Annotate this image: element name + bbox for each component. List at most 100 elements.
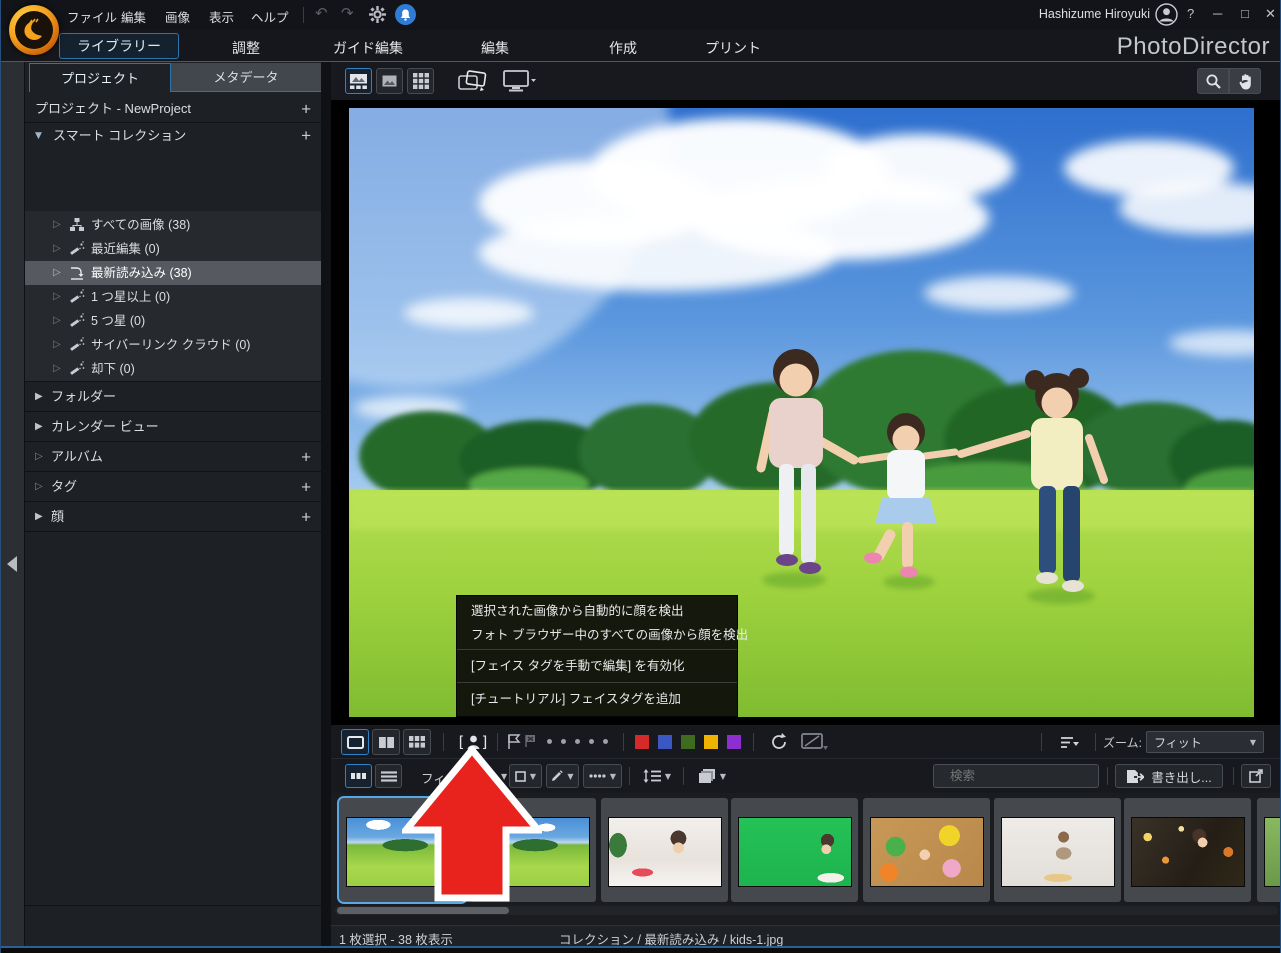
section-tags[interactable]: ▷ タグ +: [25, 472, 321, 501]
menu-edit[interactable]: 編集: [121, 7, 146, 26]
filmstrip-thumbnail-6[interactable]: [994, 798, 1121, 902]
collapse-panel-icon[interactable]: [7, 556, 17, 572]
add-tag-icon[interactable]: +: [301, 472, 311, 501]
section-folders[interactable]: ▶ フォルダー: [25, 382, 321, 411]
undo-icon[interactable]: ↶: [315, 4, 328, 22]
filmstrip-thumbnail-4[interactable]: [731, 798, 858, 902]
smart-item-all-images[interactable]: ▷ すべての画像 (38): [25, 213, 321, 237]
toolbar-separator: [1095, 733, 1096, 751]
chevron-down-icon: ▼: [567, 772, 573, 781]
chevron-down-icon: ▼: [610, 772, 616, 781]
thumbnail-size-button[interactable]: ▼: [637, 764, 677, 788]
expand-icon[interactable]: ▶: [35, 502, 43, 531]
toolbar-separator: [623, 733, 624, 751]
rotate-photo-icon[interactable]: [457, 70, 487, 94]
smart-item-rejected[interactable]: ▷ 却下 (0): [25, 357, 321, 381]
menu-item-detect-faces-all[interactable]: フォト ブラウザー中のすべての画像から顔を検出: [457, 623, 737, 647]
sort-order-button[interactable]: [1053, 731, 1087, 753]
collapse-triangle-icon[interactable]: ▼: [35, 123, 42, 149]
sidebar-tab-metadata[interactable]: メタデータ: [171, 63, 321, 92]
filmstrip-scrollbar[interactable]: [335, 906, 1278, 915]
panel-divider: [321, 62, 331, 946]
project-header-label: プロジェクト - NewProject: [35, 95, 191, 122]
star-rating-dots[interactable]: [547, 739, 608, 744]
smart-item-recently-edited[interactable]: ▷ 最近編集 (0): [25, 237, 321, 261]
export-button[interactable]: 書き出し...: [1115, 764, 1223, 788]
project-header-row[interactable]: プロジェクト - NewProject +: [25, 95, 321, 122]
menu-item-detect-faces-selected[interactable]: 選択された画像から自動的に顔を検出: [457, 599, 737, 623]
redo-icon[interactable]: ↷: [341, 4, 354, 22]
expand-icon[interactable]: ▷: [35, 472, 43, 501]
section-faces[interactable]: ▶ 顔 +: [25, 502, 321, 531]
expand-icon[interactable]: ▶: [35, 382, 43, 411]
smart-item-cyberlink-cloud[interactable]: ▷ サイバーリンク クラウド (0): [25, 333, 321, 357]
section-albums[interactable]: ▷ アルバム +: [25, 442, 321, 471]
zoom-fit-dropdown[interactable]: フィット ▼: [1146, 731, 1264, 753]
menu-image[interactable]: 画像: [165, 7, 190, 26]
scrollbar-thumb[interactable]: [337, 907, 509, 914]
user-avatar-icon[interactable]: [1155, 3, 1178, 26]
list-view-button[interactable]: [375, 764, 402, 788]
color-label-purple[interactable]: [727, 735, 741, 749]
title-bar: ファイル 編集 画像 表示 ヘルプ ↶ ↷ Hashizume Hiroyuki…: [1, 0, 1280, 30]
tab-library[interactable]: ライブラリー: [59, 33, 179, 59]
view-compare-button[interactable]: [372, 729, 400, 755]
search-box[interactable]: ✕: [933, 764, 1099, 788]
notification-bell-icon[interactable]: [395, 4, 416, 25]
menu-help[interactable]: ヘルプ: [251, 7, 289, 26]
filmstrip-thumbnail-3[interactable]: [601, 798, 728, 902]
tab-adjustment[interactable]: 調整: [232, 38, 260, 58]
open-in-new-window-button[interactable]: [1241, 764, 1271, 788]
search-input[interactable]: [948, 768, 1113, 784]
menu-view[interactable]: 表示: [209, 7, 234, 26]
view-browser-viewer-button[interactable]: [345, 68, 372, 94]
view-viewer-only-button[interactable]: [376, 68, 403, 94]
add-smart-collection-icon[interactable]: +: [301, 123, 311, 149]
expand-icon[interactable]: ▶: [35, 412, 43, 441]
filmstrip-thumbnail-5[interactable]: [863, 798, 990, 902]
maximize-button[interactable]: □: [1241, 6, 1249, 21]
logo-glyph: [18, 14, 50, 46]
tab-guided-edit[interactable]: ガイド編集: [333, 38, 403, 58]
add-project-icon[interactable]: +: [301, 95, 311, 122]
add-album-icon[interactable]: +: [301, 442, 311, 471]
view-single-button[interactable]: [341, 729, 369, 755]
edited-filter-button[interactable]: ▼: [546, 764, 579, 788]
secondary-monitor-icon[interactable]: [503, 70, 537, 93]
color-label-green[interactable]: [681, 735, 695, 749]
filmstrip-thumbnail-8[interactable]: [1257, 798, 1281, 902]
zoom-tool-button[interactable]: [1197, 68, 1229, 94]
menu-item-tutorial-add-face-tags[interactable]: [チュートリアル] フェイスタグを追加: [457, 685, 737, 713]
rotate-right-icon[interactable]: [769, 732, 789, 752]
rating-filter-button[interactable]: ▼: [583, 764, 622, 788]
gear-icon[interactable]: [369, 6, 386, 23]
tab-create[interactable]: 作成: [609, 38, 637, 58]
section-calendar-view[interactable]: ▶ カレンダー ビュー: [25, 412, 321, 441]
color-label-blue[interactable]: [658, 735, 672, 749]
smart-item-latest-import[interactable]: ▷ 最新読み込み (38): [25, 261, 321, 285]
menu-separator: [303, 7, 304, 23]
close-button[interactable]: ✕: [1265, 6, 1276, 22]
minimize-button[interactable]: ─: [1213, 6, 1222, 21]
expand-icon[interactable]: ▷: [35, 442, 43, 471]
help-button[interactable]: ?: [1187, 6, 1194, 21]
thumbnail-view-button[interactable]: [345, 764, 372, 788]
filmstrip-thumbnail-7[interactable]: [1124, 798, 1251, 902]
smart-collection-header-row[interactable]: ▼ スマート コレクション +: [25, 123, 321, 149]
view-browser-only-button[interactable]: [407, 68, 434, 94]
menu-item-enable-manual-face-tag[interactable]: [フェイス タグを手動で編集] を有効化: [457, 652, 737, 680]
color-label-red[interactable]: [635, 735, 649, 749]
smart-item-five-star[interactable]: ▷ 5 つ星 (0): [25, 309, 321, 333]
menu-file[interactable]: ファイル: [67, 7, 117, 26]
photo-canvas: 選択された画像から自動的に顔を検出 フォト ブラウザー中のすべての画像から顔を検…: [331, 100, 1281, 725]
divider: [25, 531, 321, 532]
tab-edit[interactable]: 編集: [481, 38, 509, 58]
stack-photos-button[interactable]: ▼: [691, 764, 733, 788]
smart-item-one-star[interactable]: ▷ 1 つ星以上 (0): [25, 285, 321, 309]
color-label-yellow[interactable]: [704, 735, 718, 749]
tab-print[interactable]: プリント: [705, 38, 761, 58]
sidebar-tab-project[interactable]: プロジェクト: [29, 63, 171, 92]
pan-hand-tool-button[interactable]: [1229, 68, 1261, 94]
add-face-icon[interactable]: +: [301, 502, 311, 531]
extract-preview-icon[interactable]: [801, 733, 829, 752]
